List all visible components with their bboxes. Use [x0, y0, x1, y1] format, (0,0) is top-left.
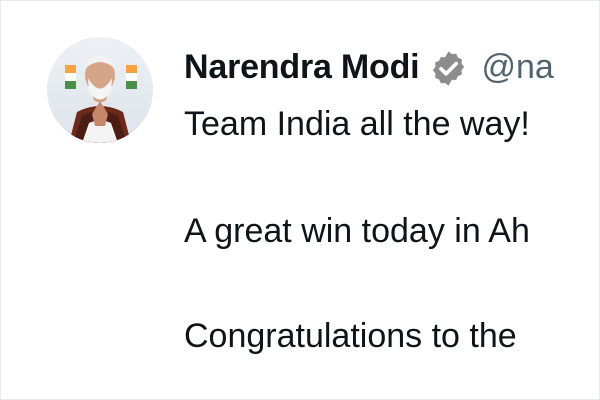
avatar-image — [47, 37, 153, 143]
avatar[interactable] — [47, 37, 153, 143]
tweet-line-1: Team India all the way! — [184, 105, 530, 143]
tweet-header: Narendra Modi @na — [184, 42, 554, 92]
display-name[interactable]: Narendra Modi — [184, 48, 420, 87]
verified-badge-icon — [429, 49, 468, 88]
tweet-line-2: A great win today in Ah — [184, 212, 530, 250]
tweet-card[interactable]: Narendra Modi @na Team India all the way… — [0, 0, 600, 400]
tweet-line-3: Congratulations to the — [184, 317, 517, 355]
user-handle[interactable]: @na — [481, 48, 553, 87]
